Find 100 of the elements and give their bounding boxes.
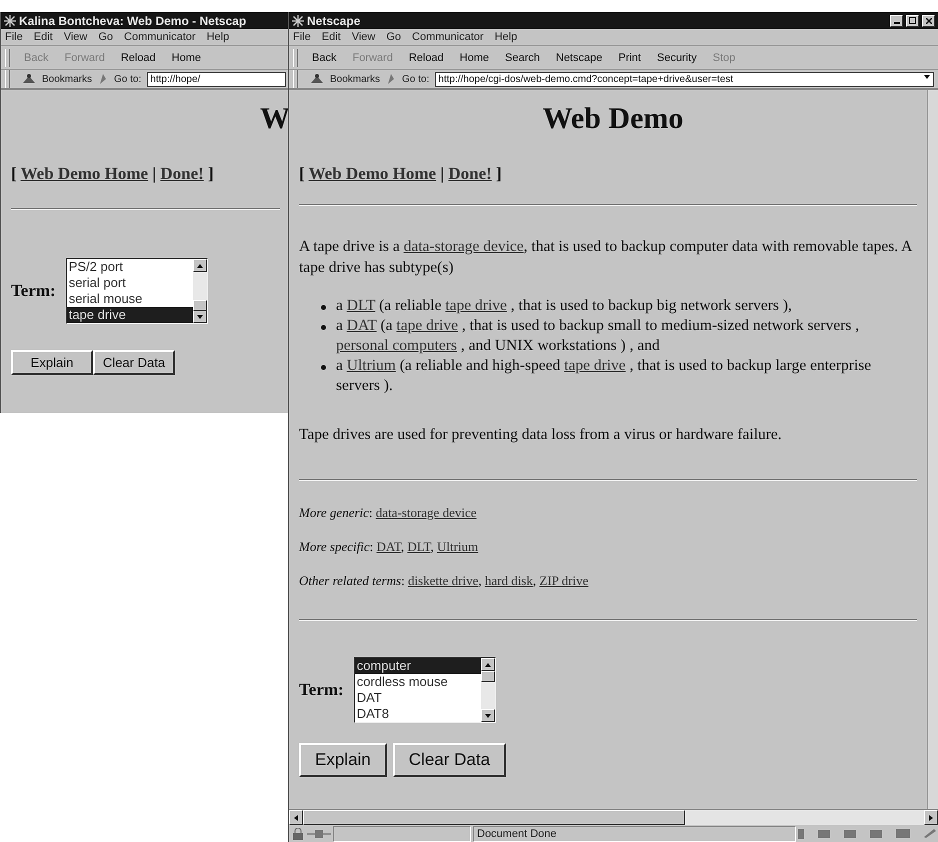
toolbar-button[interactable]: Security: [648, 48, 705, 68]
url-field[interactable]: http://hope/cgi-dos/web-demo.cmd?concept=tape+drive&user=test: [435, 72, 934, 86]
relation-line: Other related terms: diskette drive, hard disk, ZIP drive: [299, 573, 590, 589]
url-field[interactable]: http://hope/: [147, 72, 286, 86]
bookmarks-label[interactable]: Bookmarks: [330, 74, 380, 84]
list-item-text: a Ultrium (a reliable and high-speed tape drive , that is used to backup large enterprise servers ).: [336, 356, 872, 396]
form-button[interactable]: Explain: [11, 350, 93, 375]
text-link[interactable]: tape drive: [564, 357, 626, 374]
bookmarks-label[interactable]: Bookmarks: [42, 74, 92, 84]
bullet-icon: [321, 305, 326, 310]
scroll-thumb[interactable]: [192, 300, 207, 311]
right-arrow-icon: [927, 814, 935, 822]
text-link[interactable]: ZIP drive: [539, 573, 588, 588]
starburst-icon: [292, 14, 304, 26]
text-link[interactable]: Ultrium: [436, 539, 478, 554]
goto-label: Go to:: [114, 74, 142, 84]
text-link[interactable]: data-storage device: [404, 238, 524, 255]
list-option[interactable]: serial port: [66, 275, 193, 291]
text-link[interactable]: tape drive: [396, 317, 458, 334]
text-link[interactable]: Web Demo Home: [308, 164, 436, 183]
maximize-button[interactable]: [906, 14, 919, 26]
list-option[interactable]: DAT8: [354, 706, 481, 722]
menu-item[interactable]: Communicator: [124, 31, 196, 43]
text-link[interactable]: DAT: [376, 539, 401, 554]
text-link[interactable]: tape drive: [445, 297, 507, 314]
up-arrow-icon: [196, 262, 204, 270]
menu-item[interactable]: Edit: [322, 31, 341, 43]
menu-item[interactable]: Help: [494, 31, 518, 43]
toolbar-button[interactable]: Home: [164, 48, 210, 68]
horizontal-scrollbar[interactable]: [289, 809, 938, 825]
text-link[interactable]: Ultrium: [346, 357, 396, 374]
list-option[interactable]: DAT: [354, 690, 481, 706]
security-lock-icon: [291, 828, 305, 840]
status-text: Document Done: [473, 826, 796, 842]
toolbar-button[interactable]: Back: [304, 48, 344, 68]
goto-label: Go to:: [402, 74, 430, 84]
page-heading: W: [259, 102, 290, 136]
text-link[interactable]: DAT: [346, 317, 377, 334]
term-listbox[interactable]: PS/2 port serial port serial mouse tape drive: [66, 258, 208, 324]
list-option[interactable]: tape drive: [66, 307, 193, 323]
list-item-text: a DLT (a reliable tape drive , that is used to backup big network servers ),: [336, 296, 792, 316]
paragraph: Tape drives are used for preventing data loss from a virus or hardware failure.: [299, 425, 783, 445]
maximize-icon: [909, 17, 916, 24]
minimize-button[interactable]: [890, 14, 903, 26]
menu-item[interactable]: Edit: [34, 31, 53, 43]
close-icon: [926, 18, 932, 24]
menu-item[interactable]: File: [5, 31, 23, 43]
toolbar-button[interactable]: Reload: [112, 48, 164, 68]
text-link[interactable]: Web Demo Home: [20, 164, 148, 183]
menu-item[interactable]: Go: [386, 31, 402, 43]
toolbar-button[interactable]: Search: [497, 48, 548, 68]
text-link[interactable]: Done!: [160, 164, 204, 183]
text-link[interactable]: DLT: [407, 539, 430, 554]
dropdown-icon: [923, 72, 931, 80]
term-listbox[interactable]: computer cordless mouse DAT DAT8: [354, 657, 496, 723]
term-label: Term:: [299, 680, 344, 700]
scroll-down-button[interactable]: [480, 709, 495, 722]
menu-item[interactable]: View: [352, 31, 376, 43]
toolbar-button[interactable]: Print: [610, 48, 649, 68]
text-link[interactable]: data-storage device: [376, 505, 476, 520]
vertical-scrollbar[interactable]: [927, 90, 938, 809]
window-title: Kalina Bontcheva: Web Demo - Netscap: [19, 14, 248, 28]
menu-item[interactable]: Communicator: [412, 31, 484, 43]
scroll-thumb[interactable]: [480, 671, 495, 682]
text-link[interactable]: Done!: [448, 164, 492, 183]
down-arrow-icon: [484, 712, 492, 720]
menu-item[interactable]: Help: [206, 31, 230, 43]
connection-plug-icon: [307, 828, 331, 840]
nav-links-line: [ Web Demo Home | Done! ]: [11, 164, 215, 184]
form-button[interactable]: Clear Data: [93, 350, 175, 375]
up-arrow-icon: [484, 660, 492, 668]
toolbar-button[interactable]: Reload: [400, 48, 452, 68]
text-link[interactable]: personal computers: [336, 337, 457, 354]
scroll-up-button[interactable]: [192, 259, 207, 272]
text-link[interactable]: hard disk: [484, 573, 533, 588]
list-option[interactable]: serial mouse: [66, 291, 193, 307]
menu-item[interactable]: View: [64, 31, 88, 43]
text-link[interactable]: DLT: [346, 297, 376, 314]
list-option[interactable]: cordless mouse: [354, 674, 481, 690]
menu-item[interactable]: File: [293, 31, 311, 43]
toolbar-button[interactable]: Home: [452, 48, 498, 68]
bullet-icon: [321, 325, 326, 330]
close-button[interactable]: [922, 14, 935, 26]
left-arrow-icon: [292, 814, 300, 822]
list-option[interactable]: PS/2 port: [66, 259, 193, 275]
menu-item[interactable]: Go: [98, 31, 114, 43]
nav-links-line: [ Web Demo Home | Done! ]: [299, 164, 503, 184]
form-button[interactable]: Clear Data: [392, 743, 506, 777]
page-heading: Web Demo: [542, 102, 684, 136]
list-option[interactable]: computer: [354, 658, 481, 674]
relation-line: More generic: data-storage device: [299, 505, 478, 521]
scroll-up-button[interactable]: [480, 658, 495, 671]
bullet-icon: [321, 365, 326, 370]
toolbar-button[interactable]: Netscape: [548, 48, 610, 68]
paragraph: A tape drive is a data-storage device, that is used to backup computer data with removable tapes. A tape drive has subtype(s): [299, 237, 914, 278]
relation-line: More specific: DAT, DLT, Ultrium: [299, 539, 480, 555]
text-link[interactable]: diskette drive: [408, 573, 478, 588]
down-arrow-icon: [196, 312, 204, 320]
form-button[interactable]: Explain: [299, 743, 387, 777]
starburst-icon: [4, 14, 16, 26]
